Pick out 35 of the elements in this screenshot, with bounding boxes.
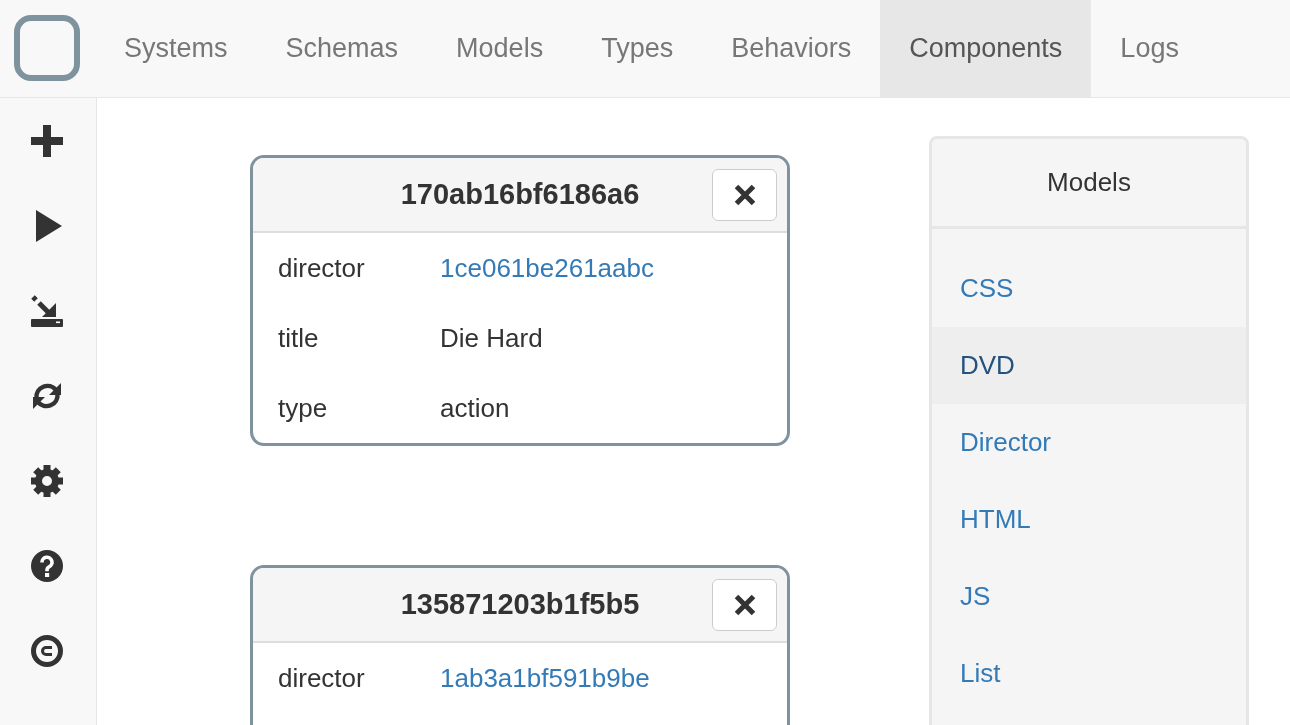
field-label: director bbox=[278, 661, 365, 695]
logo-icon[interactable] bbox=[14, 15, 80, 81]
field-link[interactable]: 1ab3a1bf591b9be bbox=[440, 658, 650, 698]
nav-tab[interactable]: Models bbox=[427, 0, 573, 97]
field-value: Die Hard bbox=[440, 321, 543, 355]
close-icon bbox=[733, 593, 756, 616]
copyright-icon[interactable] bbox=[31, 635, 63, 667]
model-item[interactable]: CSS bbox=[932, 250, 1246, 327]
nav-tab[interactable]: Behaviors bbox=[702, 0, 881, 97]
plus-icon[interactable] bbox=[31, 125, 63, 157]
panel-title: Models bbox=[932, 139, 1246, 229]
model-item[interactable]: List bbox=[932, 635, 1246, 712]
play-icon[interactable] bbox=[36, 210, 62, 242]
field-label: director bbox=[278, 251, 365, 285]
close-icon bbox=[733, 183, 756, 206]
settings-icon[interactable] bbox=[31, 465, 63, 497]
nav-tab[interactable]: Components bbox=[880, 0, 1092, 97]
help-icon[interactable] bbox=[31, 550, 63, 582]
download-icon[interactable] bbox=[31, 295, 63, 327]
model-item[interactable]: Director bbox=[932, 404, 1246, 481]
model-item[interactable]: JS bbox=[932, 558, 1246, 635]
card-title: 135871203b1f5b5 bbox=[400, 586, 640, 622]
card-title: 170ab16bf6186a6 bbox=[400, 176, 640, 212]
nav-tab[interactable]: Types bbox=[572, 0, 703, 97]
nav-tab[interactable]: Systems bbox=[95, 0, 257, 97]
model-item[interactable]: DVD bbox=[932, 327, 1246, 404]
field-label: type bbox=[278, 391, 328, 425]
field-label: title bbox=[278, 321, 319, 355]
nav-tab[interactable]: Schemas bbox=[256, 0, 428, 97]
field-link[interactable]: 1ce061be261aabc bbox=[440, 248, 654, 288]
close-button[interactable] bbox=[712, 578, 777, 631]
nav-tab[interactable]: Logs bbox=[1091, 0, 1208, 97]
model-item[interactable]: HTML bbox=[932, 481, 1246, 558]
field-value: action bbox=[440, 391, 510, 425]
close-button[interactable] bbox=[712, 168, 777, 221]
